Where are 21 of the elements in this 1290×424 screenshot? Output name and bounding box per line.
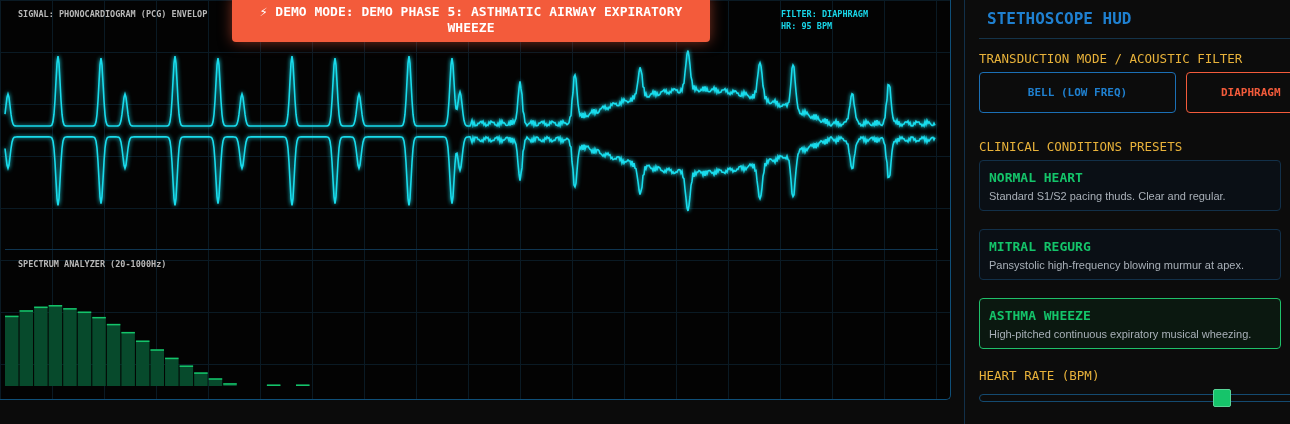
- section-label: CLINICAL CONDITIONS PRESETS: [979, 139, 1184, 154]
- panel-title: STETHOSCOPE HUD: [979, 0, 1290, 39]
- demo-banner: ⚡ DEMO MODE: DEMO PHASE 5: ASTHMATIC AIRWAY EXPIRATORY WHEEZE: [232, 0, 710, 42]
- preset-description: High-pitched continuous expiratory musical wheezing.: [989, 328, 1253, 340]
- filter-button[interactable]: BELL (LOW FREQ): [979, 72, 1176, 113]
- filter-button[interactable]: DIAPHRAGM: [1186, 72, 1290, 113]
- readout-text: HR: 95 BPM: [781, 21, 834, 31]
- section-label: TRANSDUCTION MODE / ACOUSTIC FILTER: [979, 51, 1244, 66]
- preset-description: Pansystolic high-frequency blowing murmur at apex.: [989, 259, 1245, 271]
- slider-thumb[interactable]: [1213, 389, 1231, 407]
- preset-card[interactable]: NORMAL HEART Standard S1/S2 pacing thuds. Clear and regular.: [979, 160, 1281, 211]
- preset-description: Standard S1/S2 pacing thuds. Clear and regular.: [989, 190, 1227, 202]
- preset-card[interactable]: ASTHMA WHEEZE High-pitched continuous expiratory musical wheezing.: [979, 298, 1281, 349]
- preset-name: ASTHMA WHEEZE: [989, 308, 1092, 323]
- preset-name: NORMAL HEART: [989, 170, 1084, 185]
- signal-label: SIGNAL: PHONOCARDIOGRAM (PCG) ENVELOP: [18, 9, 208, 19]
- spectrum-label: SPECTRUM ANALYZER (20-1000Hz): [18, 259, 167, 269]
- preset-card[interactable]: MITRAL REGURG Pansystolic high-frequency blowing murmur at apex.: [979, 229, 1281, 280]
- readout-text: FILTER: DIAPHRAGM: [781, 9, 868, 19]
- section-label: HEART RATE (BPM): [979, 368, 1101, 383]
- preset-name: MITRAL REGURG: [989, 239, 1092, 254]
